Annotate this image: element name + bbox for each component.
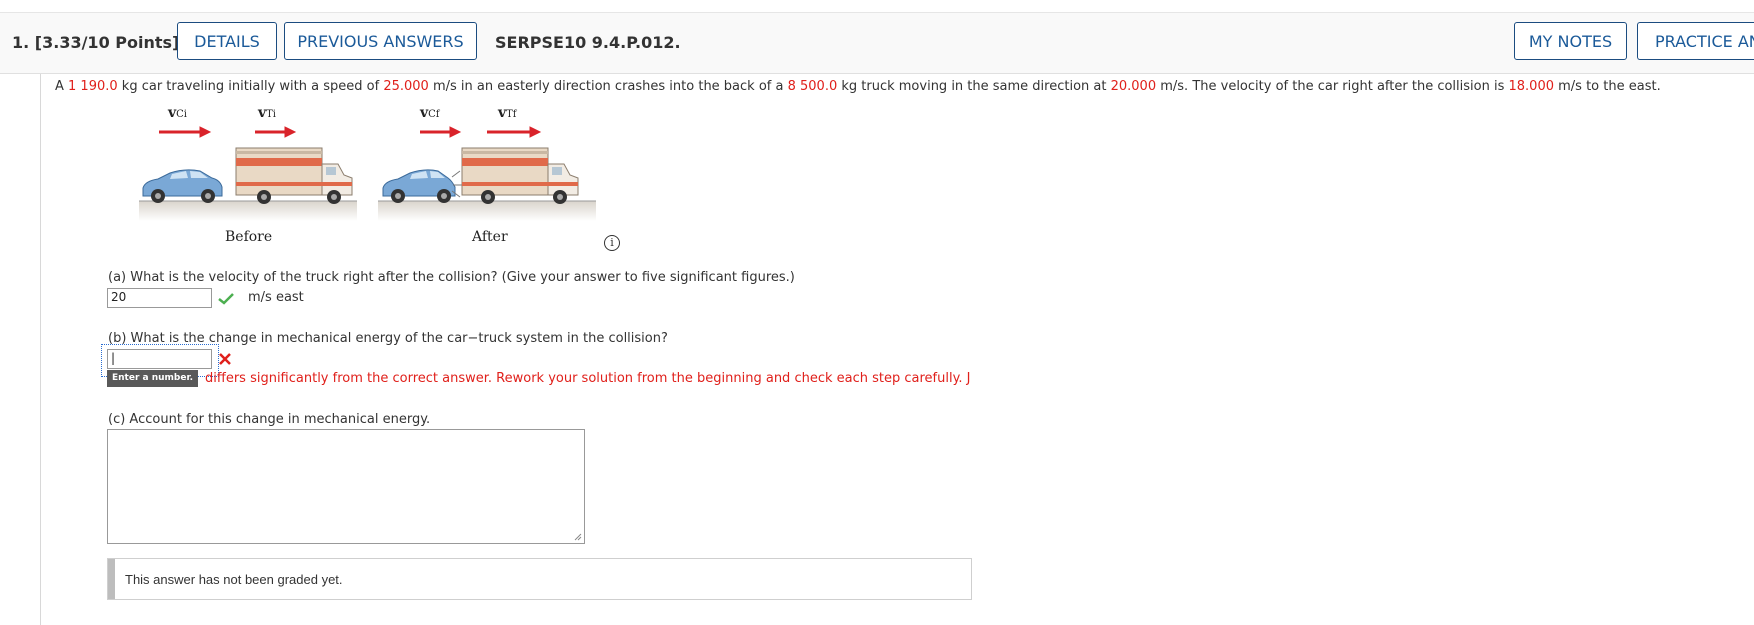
question-header: 1. [3.33/10 Points] DETAILS PREVIOUS ANS… [0,13,1754,74]
before-label: Before [225,229,273,245]
problem-code: SERPSE10 9.4.P.012. [495,33,681,52]
part-c-answer-textarea[interactable] [107,429,585,544]
grading-status-text: This answer has not been graded yet. [125,572,343,587]
part-a-question: (a) What is the velocity of the truck ri… [108,270,795,285]
info-icon[interactable]: i [604,235,620,251]
check-icon [218,293,234,305]
car-before [142,169,223,203]
points-label: [3.33/10 Points] [34,33,180,52]
practice-another-button[interactable]: PRACTICE AN [1637,22,1754,60]
v-ti-label: vTi [258,105,277,121]
car-final-velocity-value: 18.000 [1508,79,1555,94]
question-number-points: 1. [3.33/10 Points] [12,33,179,52]
problem-statement: A 1 190.0 kg car traveling initially wit… [55,79,1661,94]
part-a-units: m/s east [248,290,304,305]
car-after [382,169,463,203]
collision-illustration [139,126,596,221]
truck-after [461,147,579,204]
content-left-rule [40,74,41,625]
question-number: 1. [12,33,30,52]
car-speed-value: 25.000 [383,79,429,94]
collision-figure: vCi vTi vCf vTf Before After [130,105,630,253]
previous-answers-button[interactable]: PREVIOUS ANSWERS [284,22,477,60]
my-notes-button[interactable]: MY NOTES [1514,22,1627,60]
v-ci-label: vCi [168,105,187,121]
after-label: After [472,229,508,245]
v-tf-label: vTf [498,105,517,121]
velocity-arrows [159,126,542,138]
truck-before [235,147,353,204]
truck-mass-value: 8 500.0 [787,79,838,94]
grading-status-box: This answer has not been graded yet. [107,558,972,600]
part-b-answer-input[interactable]: | [107,349,212,369]
grading-status-bar [108,559,115,599]
part-b-feedback: differs significantly from the correct a… [205,371,971,386]
x-mark-icon [219,353,231,365]
car-mass-value: 1 190.0 [68,79,118,94]
details-button[interactable]: DETAILS [177,22,277,60]
ground-before [139,201,357,221]
truck-speed-value: 20.000 [1110,79,1157,94]
resize-grip-icon[interactable] [574,533,582,541]
ground-after [378,201,596,221]
v-cf-label: vCf [420,105,440,121]
part-a-answer-input[interactable]: 20 [107,288,212,308]
enter-number-tooltip: Enter a number. [107,370,199,387]
part-c-question: (c) Account for this change in mechanica… [108,412,431,427]
